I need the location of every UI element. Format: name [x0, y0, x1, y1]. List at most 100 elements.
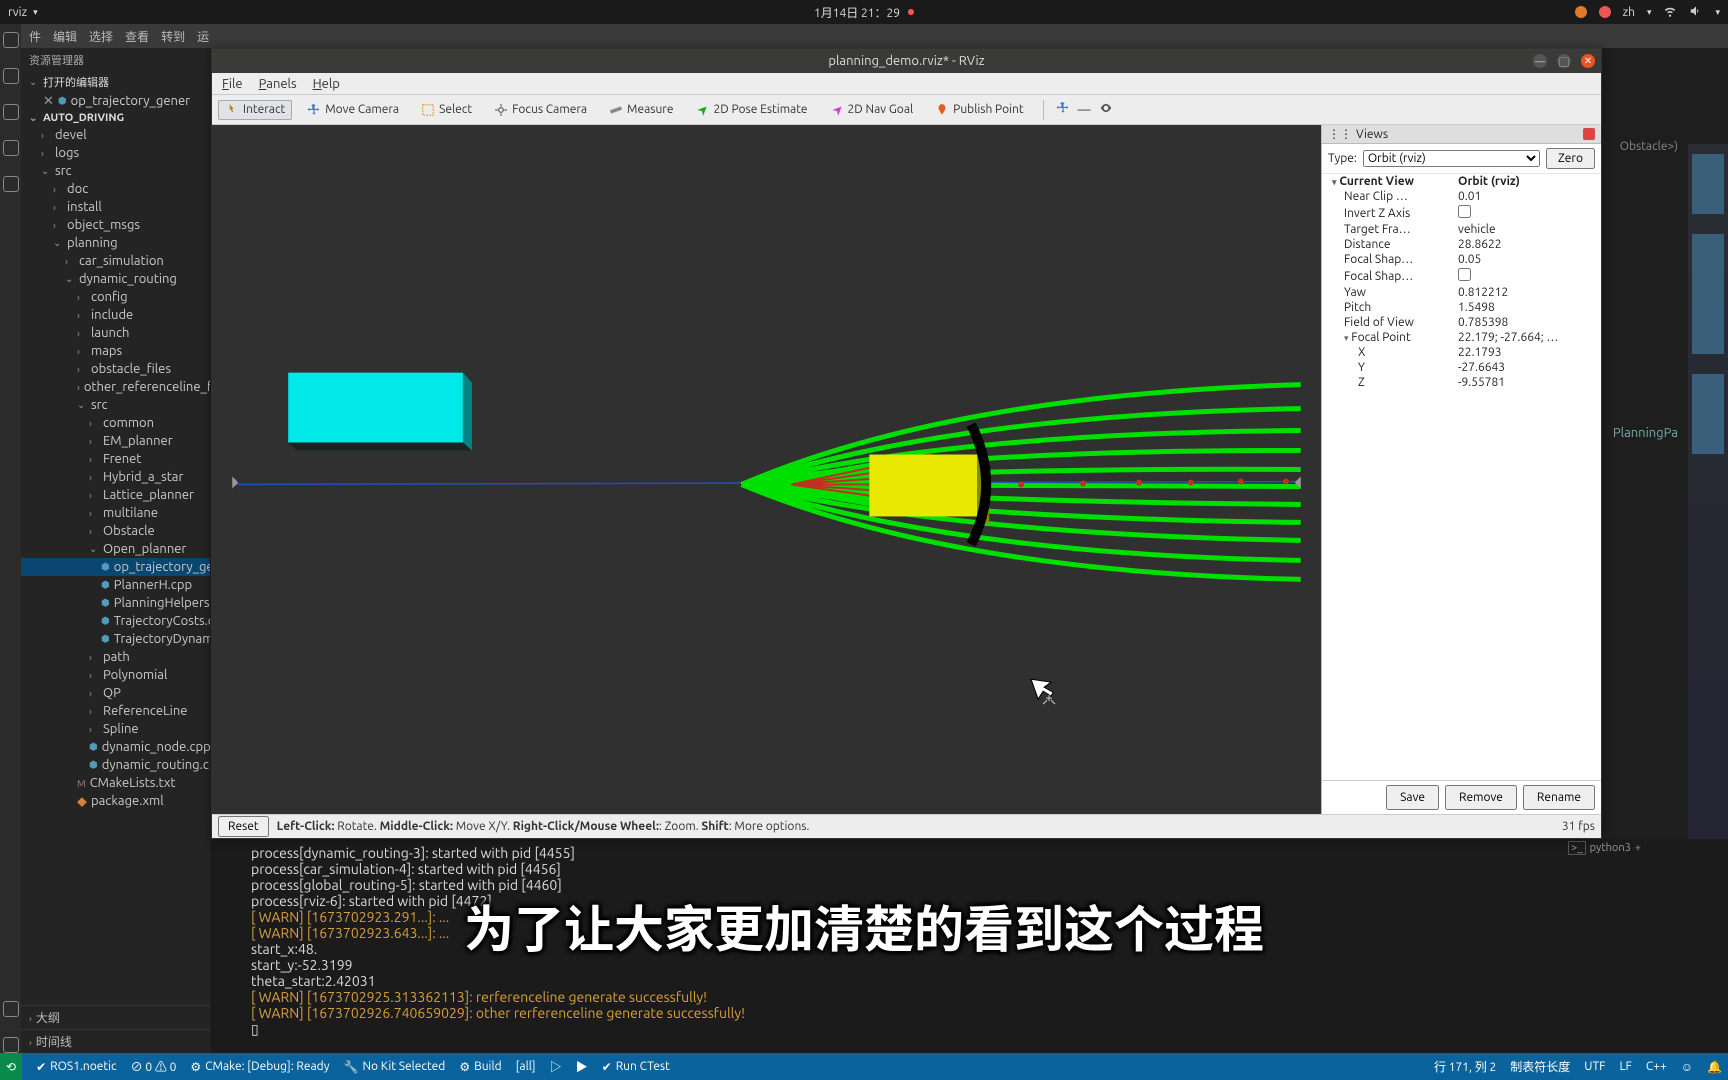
- view-property-row[interactable]: Invert Z Axis: [1322, 204, 1601, 222]
- indent-status[interactable]: 制表符长度: [1510, 1058, 1570, 1075]
- bell-icon[interactable]: 🔔: [1707, 1060, 1722, 1074]
- view-property-row[interactable]: ▾ Focal Point22.179; -27.664; …: [1322, 330, 1601, 345]
- menu-file[interactable]: File: [222, 77, 243, 91]
- folder-item[interactable]: ⌄planning: [21, 234, 210, 252]
- view-property-row[interactable]: ▾ Current ViewOrbit (rviz): [1322, 174, 1601, 189]
- search-icon[interactable]: [3, 68, 19, 84]
- encoding-status[interactable]: UTF: [1584, 1060, 1605, 1073]
- folder-item[interactable]: ›path: [21, 648, 210, 666]
- view-property-row[interactable]: Near Clip …0.01: [1322, 189, 1601, 204]
- feedback-icon[interactable]: ☺: [1681, 1060, 1693, 1074]
- remote-indicator[interactable]: ⟲: [0, 1053, 22, 1080]
- view-property-row[interactable]: X22.1793: [1322, 345, 1601, 360]
- minus-icon[interactable]: —: [1078, 103, 1091, 117]
- folder-item[interactable]: ›Obstacle: [21, 522, 210, 540]
- wifi-icon[interactable]: [1663, 4, 1677, 21]
- view-property-row[interactable]: Focal Shap…: [1322, 267, 1601, 285]
- views-properties[interactable]: ▾ Current ViewOrbit (rviz)Near Clip …0.0…: [1322, 174, 1601, 780]
- folder-item[interactable]: ›Polynomial: [21, 666, 210, 684]
- folder-item[interactable]: ›install: [21, 198, 210, 216]
- file-item[interactable]: ⬢dynamic_routing.cpp: [21, 756, 210, 774]
- folder-item[interactable]: ›ReferenceLine: [21, 702, 210, 720]
- folder-item[interactable]: ›include: [21, 306, 210, 324]
- close-button[interactable]: ✕: [1581, 54, 1595, 68]
- folder-item[interactable]: ›devel: [21, 126, 210, 144]
- cursor-position[interactable]: 行 171, 列 2: [1434, 1058, 1496, 1075]
- reset-button[interactable]: Reset: [218, 816, 269, 837]
- menu-file[interactable]: 件: [29, 28, 41, 45]
- volume-icon[interactable]: [1689, 4, 1703, 21]
- minimize-button[interactable]: —: [1533, 54, 1547, 68]
- language-status[interactable]: C++: [1646, 1060, 1667, 1073]
- account-icon[interactable]: [3, 1001, 19, 1017]
- rename-button[interactable]: Rename: [1523, 785, 1595, 810]
- folder-item[interactable]: ›obstacle_files: [21, 360, 210, 378]
- menu-run[interactable]: 运: [197, 28, 209, 45]
- file-item[interactable]: ⬢PlannerH.cpp: [21, 576, 210, 594]
- view-property-row[interactable]: Yaw0.812212: [1322, 285, 1601, 300]
- rviz-3d-view[interactable]: [212, 125, 1321, 814]
- tool-select[interactable]: Select: [414, 100, 479, 120]
- folder-item[interactable]: ›EM_planner: [21, 432, 210, 450]
- menu-panels[interactable]: Panels: [259, 77, 297, 91]
- folder-item[interactable]: ›Lattice_planner: [21, 486, 210, 504]
- debug-icon[interactable]: [3, 140, 19, 156]
- view-property-row[interactable]: Y-27.6643: [1322, 360, 1601, 375]
- ctest-button[interactable]: ✔ Run CTest: [602, 1060, 670, 1074]
- kit-status[interactable]: 🔧 No Kit Selected: [343, 1060, 445, 1074]
- eol-status[interactable]: LF: [1619, 1060, 1631, 1073]
- outline-section[interactable]: ›大纲: [21, 1005, 210, 1029]
- menu-select[interactable]: 选择: [89, 28, 113, 45]
- file-item[interactable]: ⬢op_trajectory_gen: [21, 558, 210, 576]
- view-property-row[interactable]: Target Fra…vehicle: [1322, 222, 1601, 237]
- tool-move[interactable]: Move Camera: [300, 100, 406, 120]
- folder-item[interactable]: ›Hybrid_a_star: [21, 468, 210, 486]
- zero-button[interactable]: Zero: [1546, 148, 1595, 169]
- terminal-tab[interactable]: >_ python3 +: [1568, 839, 1688, 857]
- save-button[interactable]: Save: [1386, 785, 1439, 810]
- menu-view[interactable]: 查看: [125, 28, 149, 45]
- tool-pub[interactable]: Publish Point: [928, 100, 1030, 120]
- expand-left-icon[interactable]: [232, 476, 238, 488]
- tool-focus[interactable]: Focus Camera: [487, 100, 594, 120]
- cmake-status[interactable]: ⚙ CMake: [Debug]: Ready: [190, 1060, 329, 1074]
- folder-item[interactable]: ›QP: [21, 684, 210, 702]
- views-panel-header[interactable]: ⋮⋮ Views: [1322, 125, 1601, 144]
- pin-icon[interactable]: [1583, 128, 1595, 140]
- explorer-icon[interactable]: [3, 32, 19, 48]
- eye-icon[interactable]: [1099, 101, 1113, 118]
- tool-interact[interactable]: Interact: [218, 100, 292, 120]
- move-xyz-icon[interactable]: [1056, 101, 1070, 118]
- folder-item[interactable]: ⌄src: [21, 396, 210, 414]
- maximize-button[interactable]: ▢: [1557, 54, 1571, 68]
- folder-item[interactable]: ›config: [21, 288, 210, 306]
- folder-item[interactable]: ⌄Open_planner: [21, 540, 210, 558]
- tool-nav[interactable]: 2D Nav Goal: [823, 100, 921, 120]
- menu-help[interactable]: Help: [313, 77, 340, 91]
- build-target[interactable]: [all]: [516, 1060, 536, 1073]
- folder-item[interactable]: ›Spline: [21, 720, 210, 738]
- file-item[interactable]: ⬢dynamic_node.cpp: [21, 738, 210, 756]
- view-property-row[interactable]: Focal Shap…0.05: [1322, 252, 1601, 267]
- project-section[interactable]: ⌄AUTO_DRIVING: [21, 110, 210, 126]
- folder-item[interactable]: ›other_referenceline_f: [21, 378, 210, 396]
- build-button[interactable]: ⚙ Build: [459, 1060, 501, 1074]
- input-lang[interactable]: zh: [1623, 6, 1635, 19]
- view-property-row[interactable]: Z-9.55781: [1322, 375, 1601, 390]
- git-icon[interactable]: [3, 104, 19, 120]
- folder-item[interactable]: ›car_simulation: [21, 252, 210, 270]
- menu-edit[interactable]: 编辑: [53, 28, 77, 45]
- gear-icon[interactable]: [3, 1037, 19, 1053]
- file-item[interactable]: MCMakeLists.txt: [21, 774, 210, 792]
- file-item[interactable]: ⬢PlanningHelpers.cp: [21, 594, 210, 612]
- view-property-row[interactable]: Field of View0.785398: [1322, 315, 1601, 330]
- timeline-section[interactable]: ›时间线: [21, 1029, 210, 1053]
- folder-item[interactable]: ›maps: [21, 342, 210, 360]
- folder-item[interactable]: ⌄dynamic_routing: [21, 270, 210, 288]
- view-property-row[interactable]: Pitch1.5498: [1322, 300, 1601, 315]
- remove-button[interactable]: Remove: [1445, 785, 1517, 810]
- folder-item[interactable]: ›launch: [21, 324, 210, 342]
- ros-status[interactable]: ✔ ROS1.noetic: [36, 1060, 117, 1074]
- file-item[interactable]: ⬢TrajectoryCosts.cpp: [21, 612, 210, 630]
- file-item[interactable]: ◆package.xml: [21, 792, 210, 810]
